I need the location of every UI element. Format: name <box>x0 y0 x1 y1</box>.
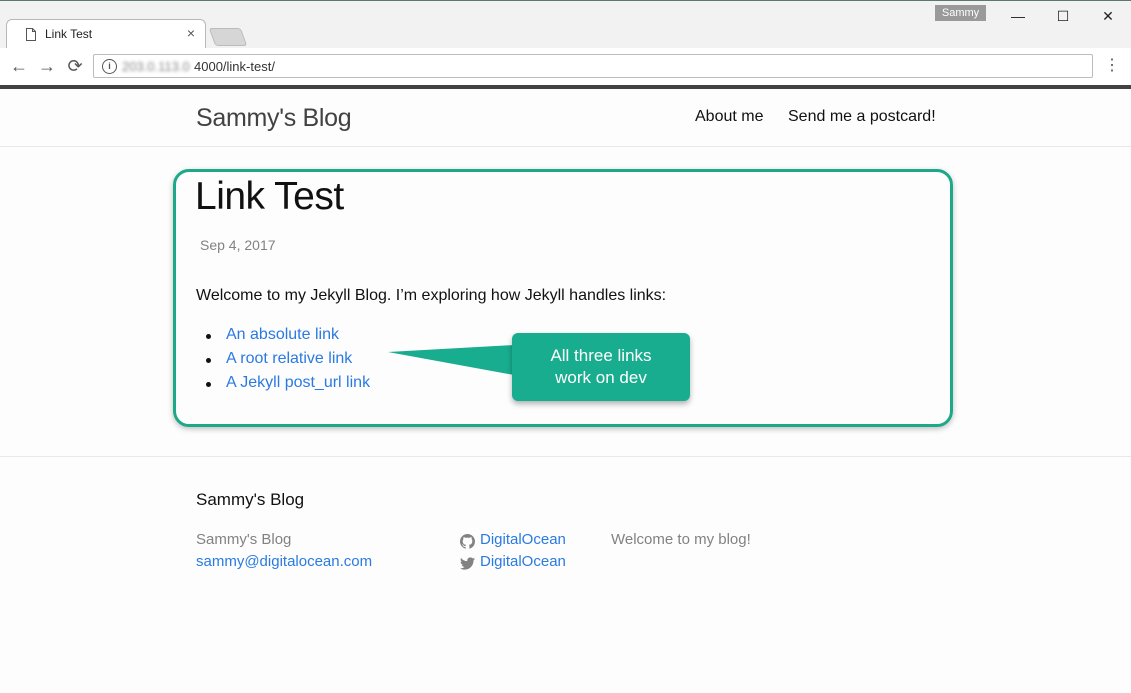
address-bar[interactable]: i 203.0.113.0 4000/link-test/ <box>93 54 1093 78</box>
page-icon <box>26 28 36 41</box>
twitter-icon <box>460 557 475 570</box>
footer-description: Welcome to my blog! <box>611 531 751 548</box>
tab-close-icon[interactable]: × <box>183 25 199 41</box>
footer-github-link[interactable]: DigitalOcean <box>480 531 566 548</box>
callout-pointer <box>388 345 514 375</box>
footer-twitter-link[interactable]: DigitalOcean <box>480 553 566 570</box>
annotation-callout: All three links work on dev <box>512 333 690 401</box>
close-window-icon[interactable]: ✕ <box>1085 4 1131 28</box>
github-icon <box>460 534 475 549</box>
tab-strip: Link Test × Sammy — ☐ ✕ <box>0 1 1131 48</box>
minimize-icon[interactable]: — <box>995 4 1041 28</box>
site-footer: Sammy's Blog Sammy's Blog sammy@digitalo… <box>0 456 1131 693</box>
info-icon[interactable]: i <box>102 59 117 74</box>
callout-line-2: work on dev <box>555 368 647 387</box>
maximize-icon[interactable]: ☐ <box>1040 4 1086 28</box>
browser-toolbar: ← → ⟳ i 203.0.113.0 4000/link-test/ ⋮ <box>0 48 1131 87</box>
footer-heading: Sammy's Blog <box>196 490 305 509</box>
browser-chrome: Link Test × Sammy — ☐ ✕ ← → ⟳ i 203.0.11… <box>0 0 1131 89</box>
site-title[interactable]: Sammy's Blog <box>196 104 352 133</box>
page: Sammy's Blog About me Send me a postcard… <box>0 89 1131 692</box>
browser-menu-icon[interactable]: ⋮ <box>1104 56 1120 76</box>
profile-badge[interactable]: Sammy <box>935 5 986 21</box>
url-host: 203.0.113.0 <box>122 59 190 74</box>
forward-icon[interactable]: → <box>36 55 58 77</box>
tab-title: Link Test <box>45 27 93 41</box>
url-path: 4000/link-test/ <box>194 59 275 74</box>
new-tab-button[interactable] <box>208 28 248 46</box>
tab-link-test[interactable]: Link Test × <box>6 19 206 48</box>
nav-about-me[interactable]: About me <box>695 108 763 126</box>
footer-name: Sammy's Blog <box>196 531 292 548</box>
site-header: Sammy's Blog About me Send me a postcard… <box>0 89 1131 147</box>
nav-send-postcard[interactable]: Send me a postcard! <box>788 108 936 126</box>
callout-line-1: All three links <box>550 346 652 365</box>
footer-email-link[interactable]: sammy@digitalocean.com <box>196 553 372 570</box>
reload-icon[interactable]: ⟳ <box>64 55 86 77</box>
back-icon[interactable]: ← <box>8 55 30 77</box>
